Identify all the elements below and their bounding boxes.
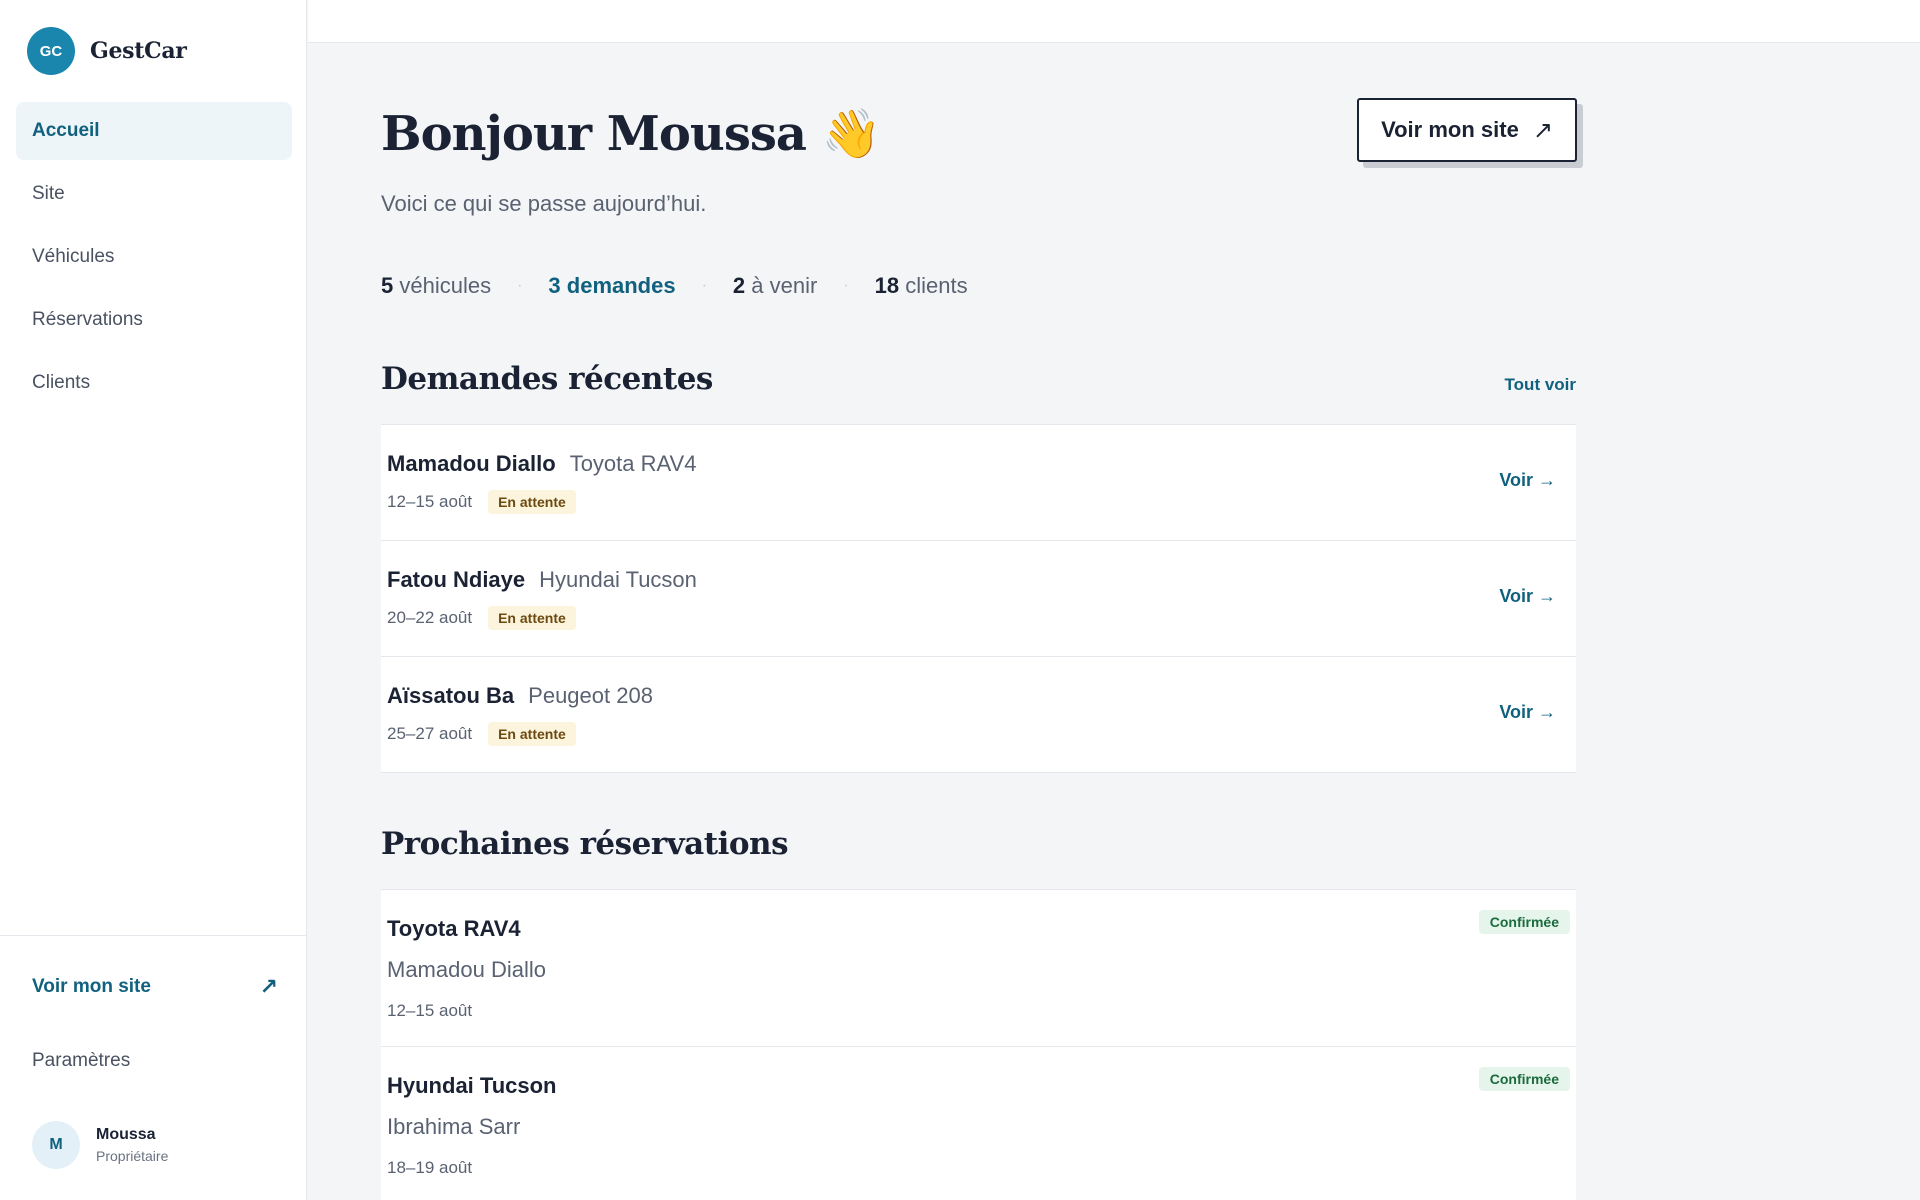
client-name: Mamadou Diallo: [387, 957, 546, 982]
nav-item-vehicules[interactable]: Véhicules: [16, 228, 292, 286]
view-request-link[interactable]: Voir →: [1499, 586, 1556, 607]
nav-item-reservations[interactable]: Réservations: [16, 291, 292, 349]
brand-logo: GC: [27, 27, 75, 75]
wave-icon: 👋: [821, 106, 882, 162]
requests-list: Mamadou Diallo Toyota RAV4 12–15 août En …: [381, 424, 1576, 773]
sidebar-site-label: Voir mon site: [32, 976, 151, 997]
request-dates: 12–15 août: [387, 492, 473, 511]
requests-section-title: Demandes récentes: [381, 361, 713, 397]
view-request-link[interactable]: Voir →: [1499, 470, 1556, 491]
page-title: Bonjour Moussa 👋: [381, 105, 882, 162]
status-badge: Confirmée: [1478, 910, 1570, 934]
car-model: Toyota RAV4: [569, 451, 697, 476]
user-role: Propriétaire: [96, 1148, 169, 1164]
car-model: Hyundai Tucson: [387, 1073, 557, 1098]
list-item[interactable]: Mamadou Diallo Toyota RAV4 12–15 août En …: [381, 425, 1576, 541]
brand[interactable]: GC GestCar: [27, 27, 187, 75]
list-item[interactable]: Toyota RAV4 Mamadou Diallo 12–15 août Co…: [381, 890, 1576, 1047]
sidebar: GC GestCar Accueil Site Véhicules Réserv…: [0, 0, 307, 1200]
stat-upcoming: 2 à venir: [732, 273, 818, 298]
stats-summary: 5 véhicules · 3 demandes · 2 à venir · 1…: [381, 273, 968, 299]
sidebar-footer: Voir mon site ↗ Paramètres M Moussa Prop…: [0, 935, 307, 1200]
view-request-link[interactable]: Voir →: [1499, 702, 1556, 723]
brand-name: GestCar: [90, 38, 187, 64]
list-item[interactable]: Fatou Ndiaye Hyundai Tucson 20–22 août En…: [381, 541, 1576, 657]
external-link-icon: ↗: [259, 974, 278, 999]
client-name: Fatou Ndiaye: [387, 567, 526, 592]
sidebar-site-link[interactable]: Voir mon site ↗: [32, 974, 278, 1000]
request-dates: 20–22 août: [387, 608, 473, 627]
main-nav: Accueil Site Véhicules Réservations Clie…: [16, 102, 292, 417]
view-site-button[interactable]: Voir mon site ↗: [1357, 98, 1577, 162]
list-item[interactable]: Hyundai Tucson Ibrahima Sarr 18–19 août …: [381, 1047, 1576, 1200]
car-model: Hyundai Tucson: [539, 567, 697, 592]
user-profile[interactable]: M Moussa Propriétaire: [32, 1121, 168, 1169]
top-bar: [308, 0, 1920, 43]
reservation-dates: 12–15 août: [387, 1001, 473, 1020]
car-model: Peugeot 208: [528, 683, 653, 708]
external-link-icon: ↗: [1532, 116, 1553, 144]
client-name: Mamadou Diallo: [387, 451, 556, 476]
settings-link[interactable]: Paramètres: [32, 1050, 130, 1072]
client-name: Ibrahima Sarr: [387, 1114, 521, 1139]
stat-clients: 18 clients: [874, 273, 968, 298]
stat-vehicles: 5 véhicules: [381, 273, 492, 298]
nav-item-clients[interactable]: Clients: [16, 354, 292, 412]
see-all-link[interactable]: Tout voir: [1505, 375, 1576, 395]
reservation-dates: 18–19 août: [387, 1158, 473, 1177]
view-site-label: Voir mon site: [1381, 117, 1519, 142]
separator-dot: ·: [843, 277, 849, 294]
client-name: Aïssatou Ba: [387, 683, 515, 708]
avatar: M: [32, 1121, 80, 1169]
nav-item-accueil[interactable]: Accueil: [16, 102, 292, 160]
separator-dot: ·: [701, 277, 707, 294]
status-badge: En attente: [488, 490, 576, 514]
reservations-section-title: Prochaines réservations: [381, 826, 789, 862]
stat-requests-link[interactable]: 3 demandes: [548, 273, 675, 299]
list-item[interactable]: Aïssatou Ba Peugeot 208 25–27 août En att…: [381, 657, 1576, 773]
reservations-list: Toyota RAV4 Mamadou Diallo 12–15 août Co…: [381, 889, 1576, 1200]
status-badge: En attente: [488, 606, 576, 630]
nav-item-site[interactable]: Site: [16, 165, 292, 223]
request-dates: 25–27 août: [387, 724, 473, 743]
user-name: Moussa: [96, 1126, 156, 1143]
page-subtitle: Voici ce qui se passe aujourd’hui.: [381, 191, 707, 216]
status-badge: En attente: [488, 722, 576, 746]
status-badge: Confirmée: [1478, 1067, 1570, 1091]
car-model: Toyota RAV4: [387, 916, 521, 941]
greeting-text: Bonjour Moussa: [381, 106, 807, 162]
separator-dot: ·: [517, 277, 523, 294]
